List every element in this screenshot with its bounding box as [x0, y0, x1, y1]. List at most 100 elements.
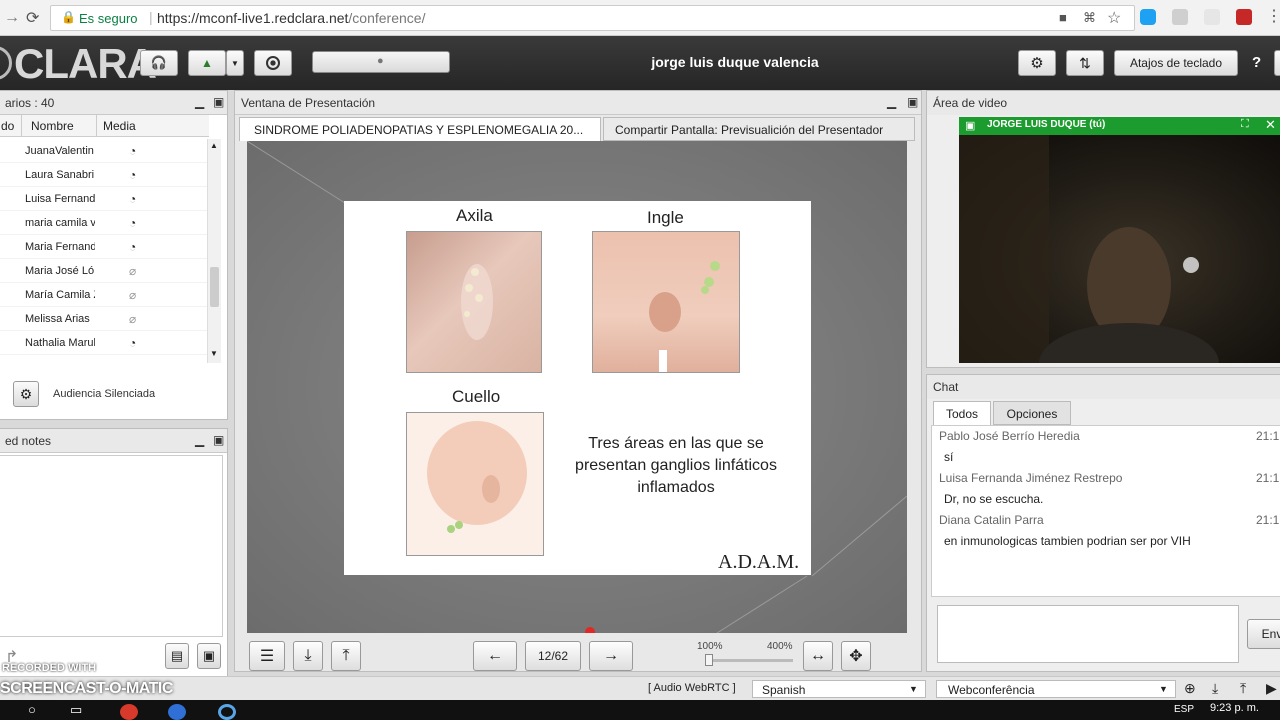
column-status[interactable]: do: [1, 119, 14, 133]
camera-icon[interactable]: ■: [1059, 10, 1067, 25]
webcam-button[interactable]: ▲: [188, 50, 226, 76]
user-row[interactable]: Laura Sanabri ◔: [0, 163, 207, 187]
scroll-thumb[interactable]: [210, 267, 219, 307]
headset-icon: 🎧: [150, 55, 168, 70]
mic-muted-icon[interactable]: ⌀: [129, 288, 136, 302]
taskbar: ○ ▭ ESP 9:23 p. m.: [0, 700, 1280, 720]
user-row[interactable]: Nathalia Marul ◔: [0, 331, 207, 355]
mic-muted-icon[interactable]: ⌀: [129, 264, 136, 278]
address-bar[interactable]: 🔒 Es seguro | https://mconf-live1.redcla…: [50, 5, 1135, 31]
close-icon[interactable]: ✕: [1265, 117, 1276, 133]
notes-panel: ed notes ▁ ▣ ↱ ▤ ▣: [0, 428, 228, 680]
lock-icon: 🔒: [61, 10, 76, 24]
users-scrollbar[interactable]: ▲ ▼: [207, 139, 221, 363]
user-row[interactable]: Maria Fernand ◔: [0, 235, 207, 259]
browser-taskbar-icon[interactable]: [168, 704, 186, 720]
layout-select[interactable]: Webconferência ▼: [936, 680, 1176, 698]
chat-message-text: Dr, no se escucha.: [944, 492, 1044, 506]
skype-extension-icon[interactable]: [1140, 9, 1156, 25]
slide-canvas[interactable]: Axila Ingle Cuello Tres áreas en las que…: [247, 141, 907, 633]
record-button[interactable]: [254, 50, 292, 76]
apply-layout-icon[interactable]: ▶: [1266, 680, 1277, 697]
layout-switch-button[interactable]: ⇅: [1066, 50, 1104, 76]
translate-icon[interactable]: ⌘: [1083, 10, 1096, 26]
minimize-icon[interactable]: ▁: [195, 95, 204, 109]
forward-icon[interactable]: →: [4, 9, 20, 27]
user-row[interactable]: María Camila Z ⌀: [0, 283, 207, 307]
fit-page-button[interactable]: ✥: [841, 641, 871, 671]
settings-button[interactable]: ⚙: [1018, 50, 1056, 76]
listen-only-icon[interactable]: ◔: [129, 240, 136, 254]
column-media[interactable]: Media: [103, 119, 136, 133]
video-caption-bar: ▣ JORGE LUIS DUQUE (tú) ⛶ ✕: [959, 117, 1280, 135]
chat-panel: Chat Todos Opciones Pablo José Berrío He…: [926, 374, 1280, 672]
user-row[interactable]: Melissa Arias ⌀: [0, 307, 207, 331]
bookmark-star-icon[interactable]: ☆: [1107, 8, 1121, 28]
chat-input[interactable]: [937, 605, 1239, 663]
scroll-up-icon[interactable]: ▲: [210, 141, 218, 150]
notes-textarea[interactable]: [0, 455, 223, 637]
chrome-taskbar-icon[interactable]: [120, 704, 138, 720]
zoom-slider-thumb[interactable]: [705, 654, 713, 666]
download-button[interactable]: ⤓: [293, 641, 323, 671]
chevron-down-icon: ▼: [1159, 684, 1168, 694]
user-row[interactable]: maria camila v ◔: [0, 211, 207, 235]
maximize-icon[interactable]: ▣: [213, 95, 224, 109]
reload-icon[interactable]: ⟳: [26, 8, 39, 28]
add-layout-icon[interactable]: ⊕: [1184, 680, 1196, 697]
keyboard-language[interactable]: ESP: [1174, 704, 1194, 715]
tab-screen-share[interactable]: Compartir Pantalla: Previsualición del P…: [603, 117, 915, 141]
zoom-slider[interactable]: [705, 654, 793, 666]
tab-chat-all[interactable]: Todos: [933, 401, 991, 425]
column-name[interactable]: Nombre: [31, 119, 74, 133]
tab-presentation[interactable]: SINDROME POLIADENOPATIAS Y ESPLENOMEGALI…: [239, 117, 601, 141]
screencast-taskbar-icon[interactable]: [218, 704, 236, 720]
user-row[interactable]: Maria José Ló ⌀: [0, 259, 207, 283]
chat-send-button[interactable]: Env: [1247, 619, 1280, 649]
prev-slide-button[interactable]: ←: [473, 641, 517, 671]
listen-only-icon[interactable]: ◔: [129, 168, 136, 182]
download-layout-icon[interactable]: ⤓: [1212, 680, 1218, 697]
minimize-icon[interactable]: ▁: [887, 95, 896, 109]
user-row[interactable]: Luisa Fernand ◔: [0, 187, 207, 211]
help-button[interactable]: ?: [1252, 54, 1261, 71]
language-select[interactable]: Spanish ▼: [752, 680, 926, 698]
maximize-icon[interactable]: ▣: [213, 433, 224, 447]
next-slide-button[interactable]: →: [589, 641, 633, 671]
user-row[interactable]: JuanaValentin ◔: [0, 139, 207, 163]
headset-button[interactable]: 🎧: [140, 50, 178, 76]
scroll-down-icon[interactable]: ▼: [210, 349, 218, 358]
extension-icon-2[interactable]: [1204, 9, 1220, 25]
extension-icon[interactable]: [1172, 9, 1188, 25]
record-icon: [266, 56, 280, 70]
listen-only-icon[interactable]: ◔: [129, 336, 136, 350]
listen-only-icon[interactable]: ◔: [129, 192, 136, 206]
extension-icon-3[interactable]: [1236, 9, 1252, 25]
menu-icon[interactable]: ⋮: [1266, 6, 1280, 26]
upload-button[interactable]: ⤒: [331, 641, 361, 671]
fit-width-button[interactable]: ↔: [803, 641, 833, 671]
upload-layout-icon[interactable]: ⤒: [1240, 680, 1246, 697]
mic-muted-icon[interactable]: ⌀: [129, 312, 136, 326]
logout-button[interactable]: [1274, 50, 1280, 76]
taskbar-clock[interactable]: 9:23 p. m.: [1210, 702, 1259, 714]
maximize-icon[interactable]: ▣: [907, 95, 918, 109]
users-list: JuanaValentin ◔ Laura Sanabri ◔ Luisa Fernan…: [0, 139, 207, 361]
video-header: Área de video: [927, 91, 1280, 115]
task-view-icon[interactable]: ▭: [70, 702, 82, 718]
search-icon[interactable]: ○: [28, 702, 36, 717]
app-toolbar: CLARA 🎧 ▲ ▼ ● jorge luis duque valencia …: [0, 36, 1280, 90]
tab-chat-options[interactable]: Opciones: [993, 401, 1071, 425]
page-indicator[interactable]: 12/62: [525, 641, 581, 671]
shortcuts-button[interactable]: Atajos de teclado: [1114, 50, 1238, 76]
webcam-dropdown[interactable]: ▼: [226, 50, 244, 76]
listen-only-icon[interactable]: ◔: [129, 216, 136, 230]
notes-export-button[interactable]: ▤: [165, 643, 189, 669]
notes-save-button[interactable]: ▣: [197, 643, 221, 669]
url-text: https://mconf-live1.redclara.net/confere…: [157, 10, 426, 26]
minimize-icon[interactable]: ▁: [195, 433, 204, 447]
presentation-list-button[interactable]: ☰: [249, 641, 285, 671]
listen-only-icon[interactable]: ◔: [129, 144, 136, 158]
user-settings-button[interactable]: ⚙: [13, 381, 39, 407]
fullscreen-icon[interactable]: ⛶: [1241, 118, 1249, 131]
